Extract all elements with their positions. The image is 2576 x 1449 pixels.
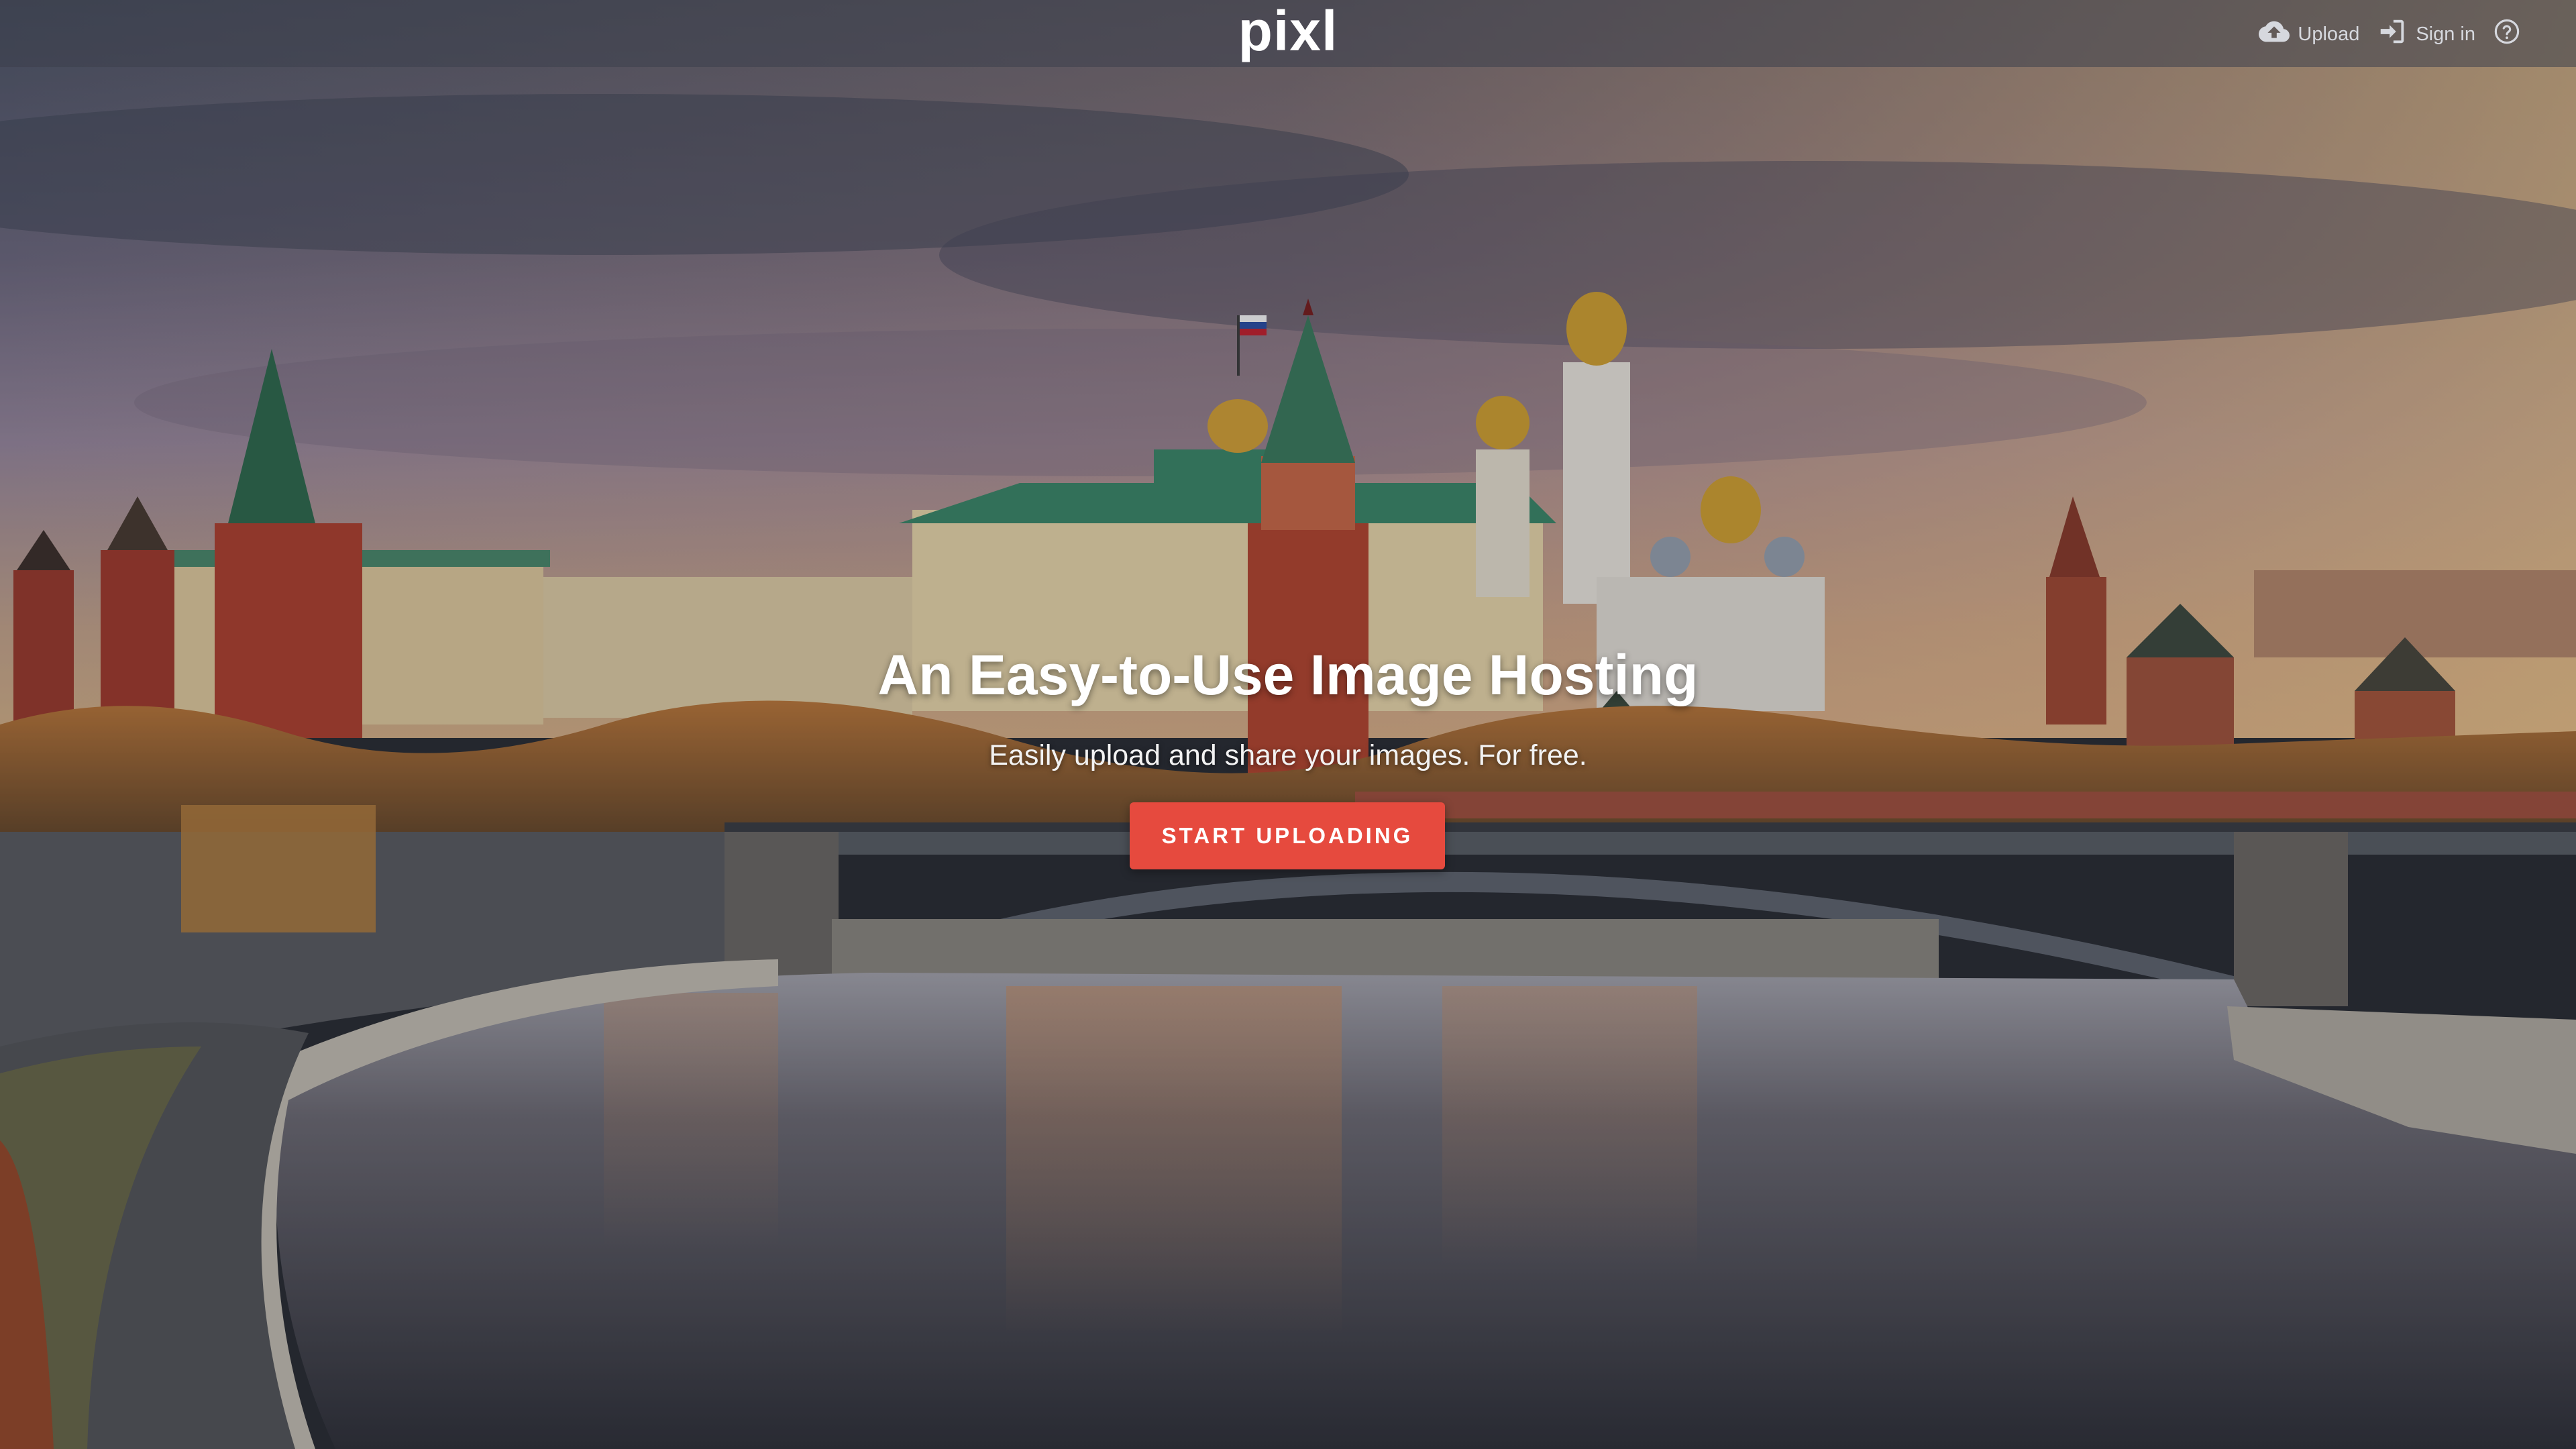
top-navbar: pixl Upload Sign in	[0, 0, 2576, 67]
nav-links: Upload Sign in	[2259, 17, 2521, 51]
signin-link-label: Sign in	[2416, 23, 2475, 45]
hero-overlay	[0, 0, 2576, 1449]
upload-link[interactable]: Upload	[2259, 16, 2359, 52]
sign-in-icon	[2377, 16, 2408, 52]
hero-section	[0, 0, 2576, 1449]
hero-headline: An Easy-to-Use Image Hosting	[877, 643, 1699, 706]
signin-link[interactable]: Sign in	[2377, 16, 2475, 52]
help-button[interactable]	[2493, 17, 2521, 51]
help-circle-icon	[2493, 17, 2521, 51]
upload-link-label: Upload	[2298, 23, 2360, 45]
hero-subline: Easily upload and share your images. For…	[989, 739, 1587, 771]
start-uploading-button[interactable]: START UPLOADING	[1130, 802, 1445, 869]
cloud-upload-icon	[2259, 16, 2290, 52]
brand-logo[interactable]: pixl	[0, 0, 2576, 64]
